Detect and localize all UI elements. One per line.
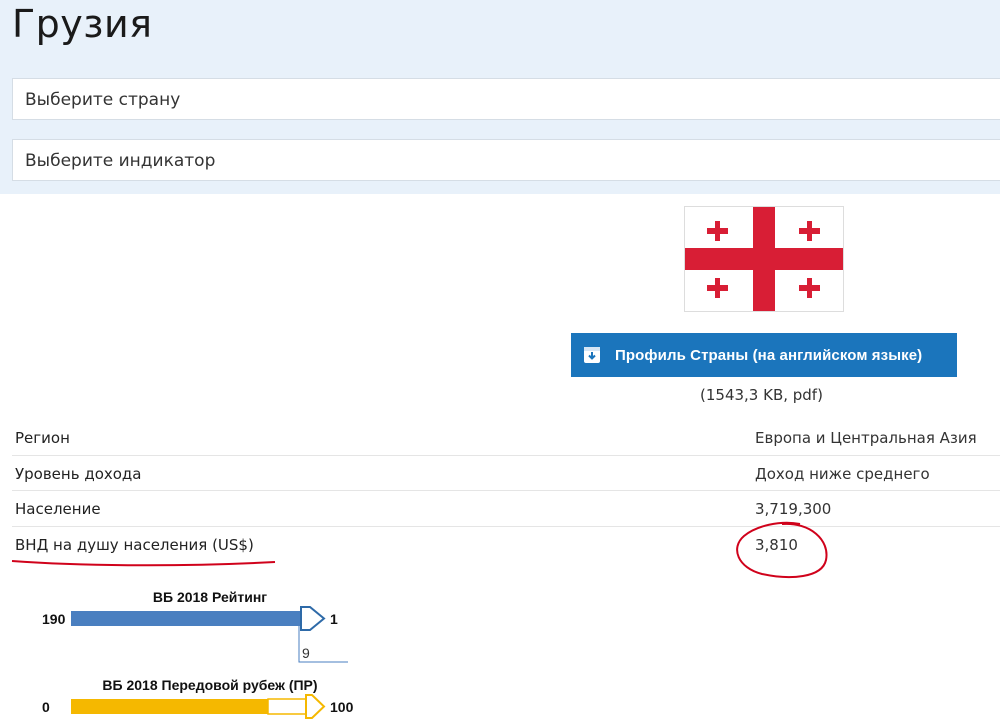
info-row-region: Регион Европа и Центральная Азия bbox=[12, 420, 1000, 456]
info-value: Европа и Центральная Азия bbox=[755, 429, 977, 447]
ranking-graphic: ВБ 2018 Рейтинг 190 1 9 ВБ 2018 Передово… bbox=[42, 589, 354, 719]
dtf-arrow bbox=[305, 694, 326, 719]
info-row-gni: ВНД на душу населения (US$) 3,810 bbox=[12, 527, 1000, 563]
dtf-left-label: 0 bbox=[42, 699, 50, 715]
info-row-population: Население 3,719,300 bbox=[12, 491, 1000, 527]
download-icon bbox=[581, 344, 603, 366]
dtf-title: ВБ 2018 Передовой рубеж (ПР) bbox=[102, 677, 317, 693]
info-value: Доход ниже среднего bbox=[755, 464, 930, 483]
info-row-income: Уровень дохода Доход ниже среднего bbox=[12, 456, 1000, 491]
info-value: 3,719,300 bbox=[755, 500, 832, 518]
info-label: Регион bbox=[15, 429, 70, 447]
dtf-right-label: 100 bbox=[330, 699, 354, 715]
country-profile-button[interactable]: Профиль Страны (на английском языке) bbox=[571, 333, 957, 377]
rank-value-label: 9 bbox=[302, 645, 310, 661]
country-info-table: Регион Европа и Центральная Азия Уровень… bbox=[12, 420, 1000, 562]
rank-arrow bbox=[300, 606, 326, 631]
search-panel: Грузия Выберите страну Выберите индикато… bbox=[0, 0, 1000, 194]
info-value: 3,810 bbox=[755, 535, 798, 554]
dtf-bar bbox=[71, 699, 268, 714]
page-title: Грузия bbox=[12, 2, 153, 46]
rank-bar bbox=[71, 611, 301, 626]
country-select[interactable]: Выберите страну bbox=[12, 78, 1000, 120]
rank-right-label: 1 bbox=[330, 611, 338, 627]
country-profile-label: Профиль Страны (на английском языке) bbox=[615, 346, 923, 364]
info-label: Население bbox=[15, 500, 101, 518]
file-info: (1543,3 KB, pdf) bbox=[700, 386, 823, 404]
dtf-bar-remaining bbox=[267, 698, 307, 715]
info-label: Уровень дохода bbox=[15, 464, 142, 483]
info-label: ВНД на душу населения (US$) bbox=[15, 535, 254, 554]
indicator-select[interactable]: Выберите индикатор bbox=[12, 139, 1000, 181]
rank-title: ВБ 2018 Рейтинг bbox=[153, 589, 267, 605]
rank-left-label: 190 bbox=[42, 611, 66, 627]
georgia-flag-icon bbox=[684, 206, 844, 312]
